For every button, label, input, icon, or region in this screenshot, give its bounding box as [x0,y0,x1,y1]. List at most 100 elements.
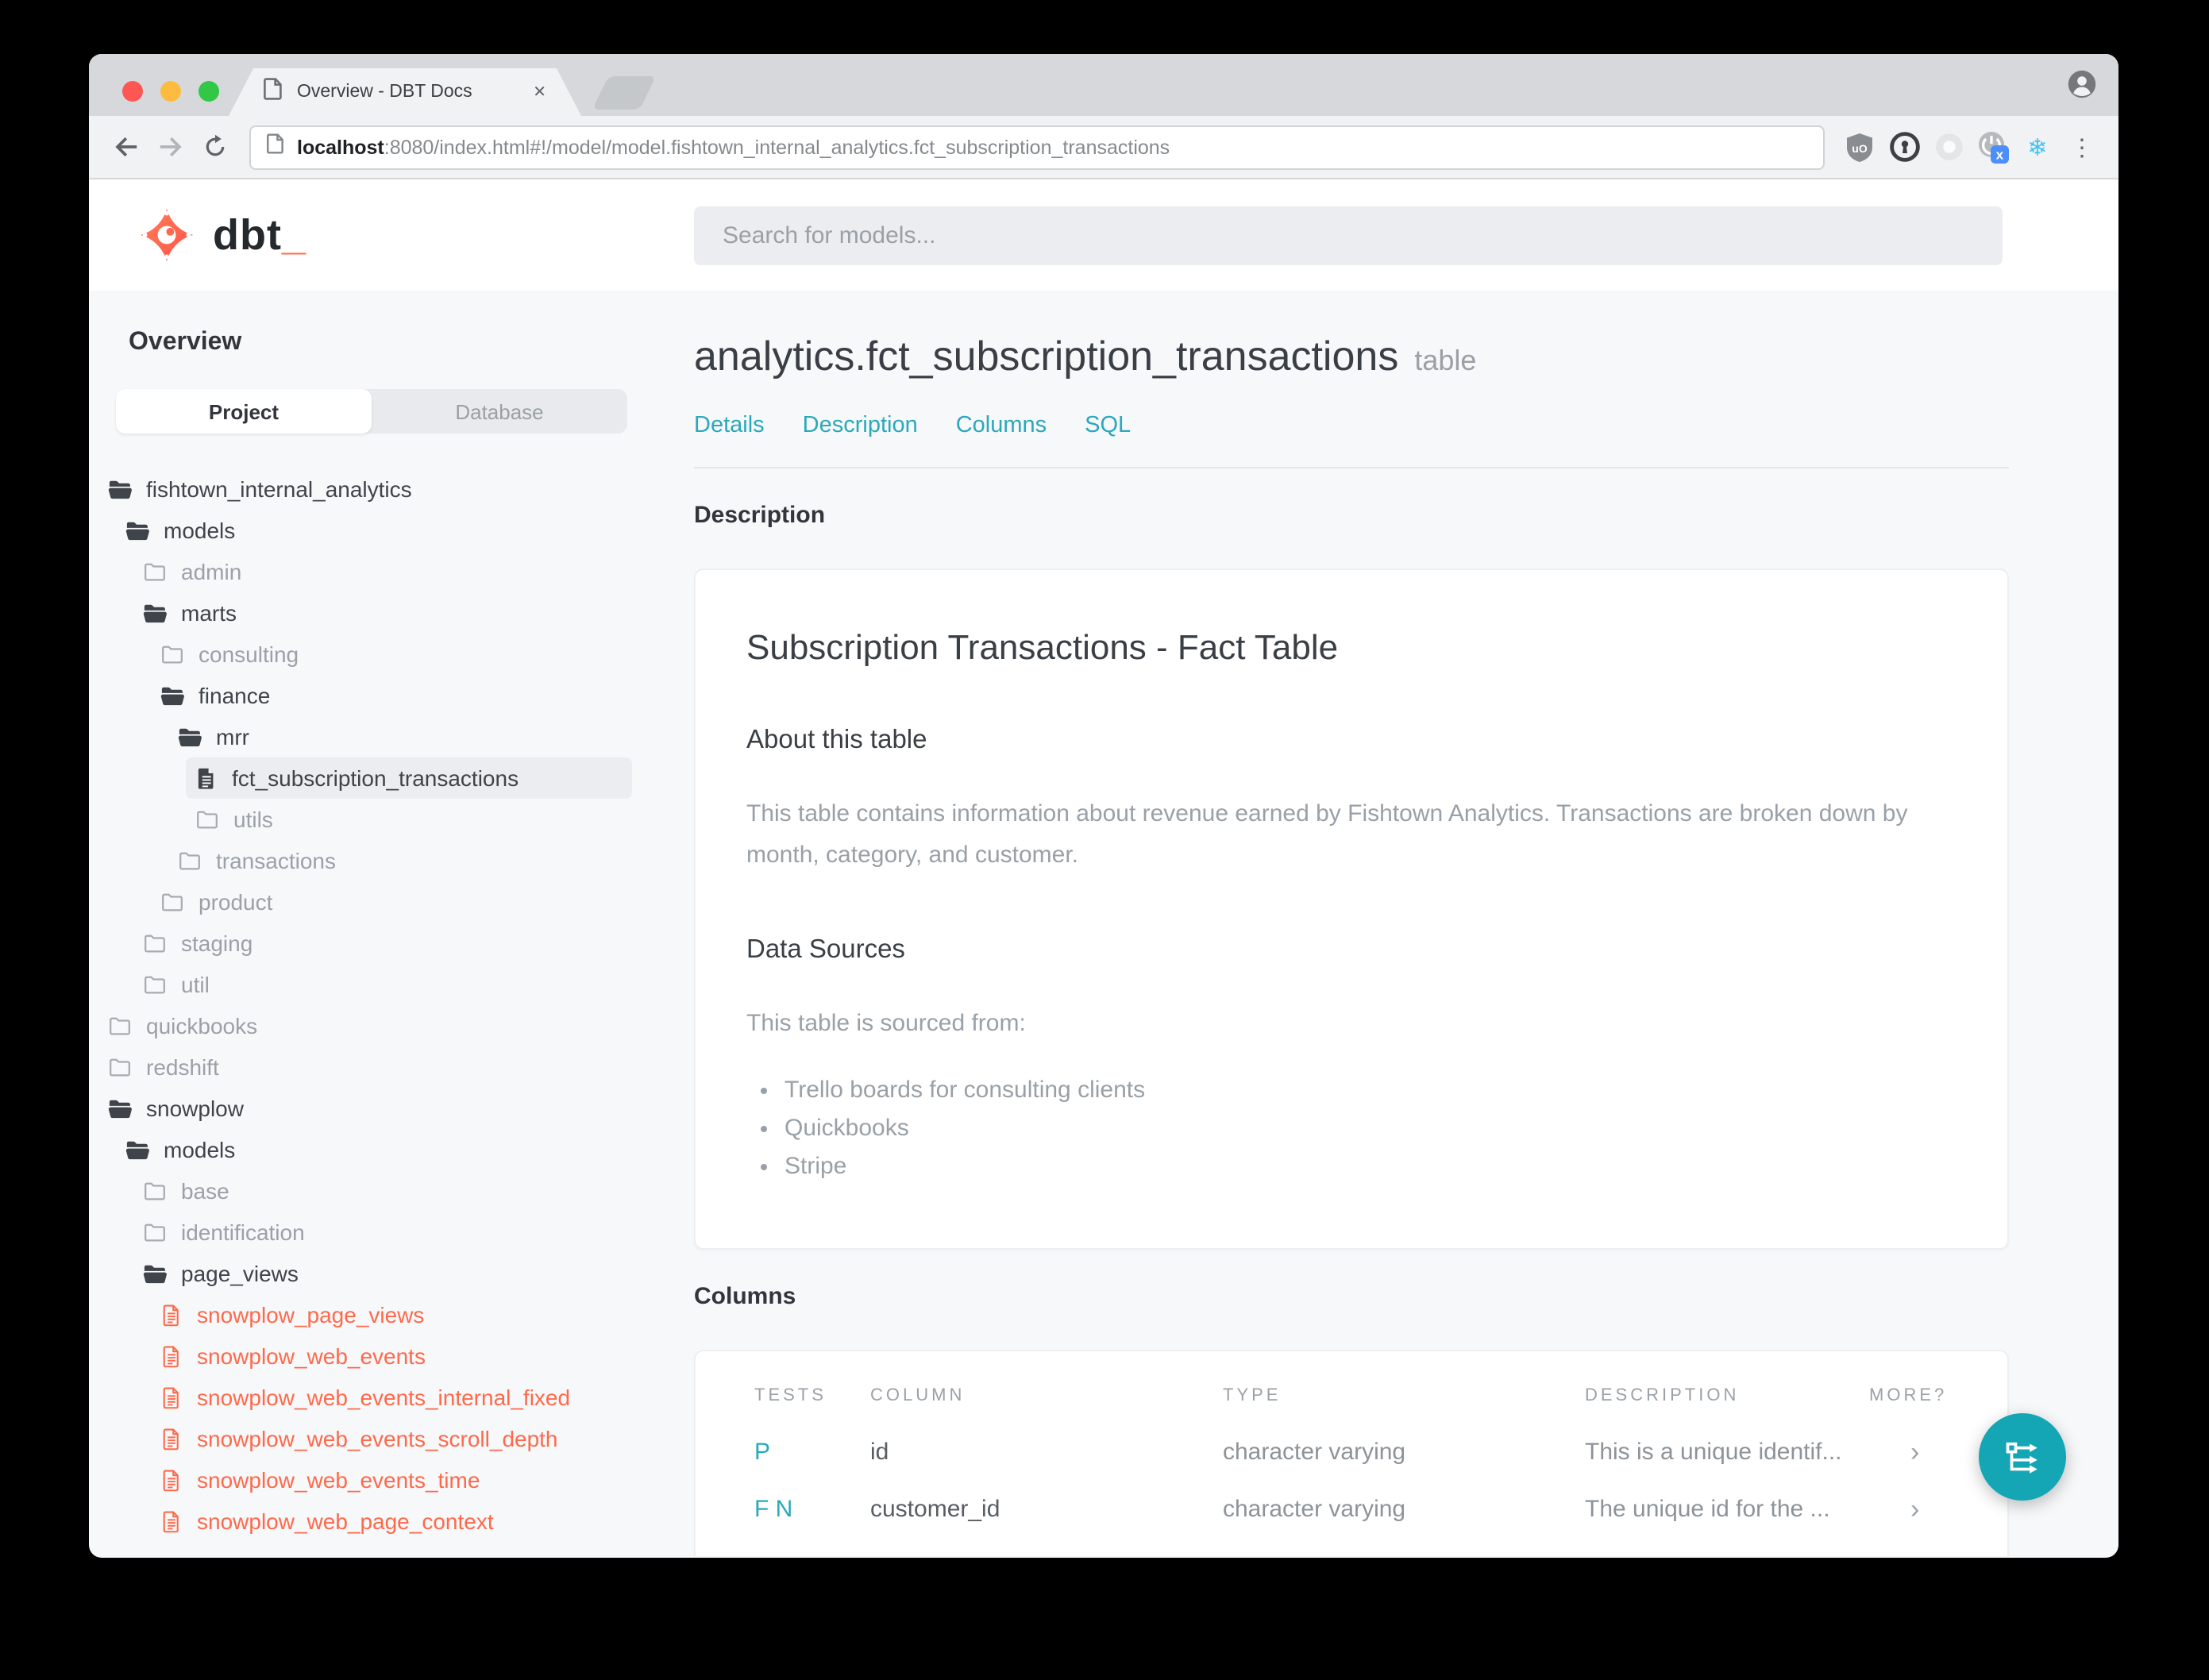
folder-closed-icon [160,890,184,914]
tree-item-label: snowplow_page_views [197,1302,425,1327]
snowflake-extension-icon[interactable]: ❄ [2018,128,2057,166]
folder-closed-icon [195,807,219,831]
tree-item-snowplow_web_events_internal_fixed[interactable]: snowplow_web_events_internal_fixed [151,1377,632,1418]
columns-table-body: Pid character varying This is a unique ide… [696,1424,2007,1557]
dbt-logo[interactable]: dbt_ [137,205,306,265]
tree-item-snowplow_page_views[interactable]: snowplow_page_views [151,1294,632,1335]
zoom-window-button[interactable] [199,81,219,102]
tree-item-consulting[interactable]: consulting [151,634,632,675]
tree-item-label: redshift [146,1054,219,1080]
column-header-description: DESCRIPTION [1585,1385,1740,1405]
tree-item-label: snowplow_web_events_internal_fixed [197,1385,571,1410]
tree-item-label: staging [181,931,253,956]
column-header-more: MORE? [1869,1385,1948,1405]
model-search-box[interactable] [694,206,2003,265]
tests-badges: N [754,1554,870,1557]
tree-item-utils[interactable]: utils [186,799,632,840]
section-divider [694,467,2009,468]
column-row-customer_id[interactable]: F N customer_id character varying The uniqu… [696,1482,2007,1539]
folder-closed-icon [143,931,167,955]
data-source-item: Stripe [785,1153,1956,1180]
column-header-tests: TESTS [754,1385,827,1405]
tree-item-models[interactable]: models [116,510,632,551]
nav-link-details[interactable]: Details [694,413,765,438]
url-text: localhost:8080/index.html#!/model/model.… [297,136,1170,158]
tab-title: Overview - DBT Docs [297,83,472,102]
power-x-extension-icon[interactable]: x [1974,128,2012,166]
folder-open-icon [108,1096,132,1120]
file-red-icon [160,1427,183,1451]
password-manager-extension-icon[interactable] [1885,128,1923,166]
reload-button[interactable] [192,125,237,169]
tree-item-snowplow[interactable]: snowplow [98,1088,632,1129]
column-row-customer_name[interactable]: Ncustomer_namecharacter varyingThe name … [696,1539,2007,1557]
columns-section-heading: Columns [694,1282,796,1310]
expand-row-chevron-icon[interactable]: › [1869,1551,1919,1557]
ublock-extension-icon[interactable]: uO [1841,128,1879,166]
forward-button[interactable] [148,125,192,169]
tree-item-admin[interactable]: admin [133,551,632,592]
tree-item-snowplow_web_events_time[interactable]: snowplow_web_events_time [151,1459,632,1501]
url-host: localhost [297,136,384,158]
tree-item-staging[interactable]: staging [133,923,632,964]
sidebar-tab-database[interactable]: Database [372,389,627,433]
back-button[interactable] [103,125,148,169]
tree-item-snowplow_web_events_scroll_depth[interactable]: snowplow_web_events_scroll_depth [151,1418,632,1459]
tree-item-util[interactable]: util [133,964,632,1005]
nav-link-description[interactable]: Description [803,413,918,438]
tree-item-snowplow_web_page_context[interactable]: snowplow_web_page_context [151,1501,632,1542]
tree-item-label: consulting [199,642,299,667]
about-heading: About this table [746,726,927,754]
tree-item-quickbooks[interactable]: quickbooks [98,1005,632,1046]
sidebar-tab-project[interactable]: Project [116,389,372,433]
new-tab-button[interactable] [592,76,657,110]
tree-item-transactions[interactable]: transactions [168,840,632,881]
tree-item-page_views[interactable]: page_views [133,1253,632,1294]
tab-close-icon[interactable]: ✕ [533,83,546,101]
tree-item-label: utils [233,807,273,832]
nav-link-columns[interactable]: Columns [956,413,1047,438]
page-title-suffix: table [1414,345,1477,376]
tree-item-label: mrr [216,724,249,749]
lineage-graph-button[interactable] [1979,1413,2066,1501]
close-window-button[interactable] [122,81,143,102]
minimize-window-button[interactable] [160,81,181,102]
column-row-id[interactable]: Pid character varying This is a unique ide… [696,1424,2007,1482]
folder-open-icon [125,1138,149,1162]
tree-item-fct_subscription_transactions[interactable]: fct_subscription_transactions [186,757,632,799]
tree-item-identification[interactable]: identification [133,1212,632,1253]
column-description: This is a unique identif... [1585,1439,1842,1466]
column-header-column: COLUMN [870,1385,966,1405]
tree-item-base[interactable]: base [133,1170,632,1212]
tree-item-models[interactable]: models [116,1129,632,1170]
tree-item-marts[interactable]: marts [133,592,632,634]
tree-item-label: util [181,972,210,997]
tree-item-mrr[interactable]: mrr [168,716,632,757]
browser-menu-kebab-icon[interactable]: ⋮ [2063,128,2101,166]
tree-item-snowplow_web_events[interactable]: snowplow_web_events [151,1335,632,1377]
file-red-icon [160,1509,183,1533]
tests-badges: P [754,1439,771,1466]
tree-item-finance[interactable]: finance [151,675,632,716]
svg-text:uO: uO [1852,141,1868,154]
tree-item-redshift[interactable]: redshift [98,1046,632,1088]
tab-strip: Overview - DBT Docs ✕ [89,54,2118,116]
browser-profile-avatar[interactable] [2066,68,2098,100]
tree-item-label: snowplow_web_events_time [197,1467,480,1493]
swirl-extension-icon[interactable] [1930,128,1968,166]
expand-row-chevron-icon[interactable]: › [1869,1437,1919,1469]
traffic-lights [122,81,219,102]
url-bar[interactable]: localhost:8080/index.html#!/model/model.… [249,125,1825,169]
folder-open-icon [178,725,202,749]
tree-item-label: snowplow_web_events [197,1343,426,1369]
expand-row-chevron-icon[interactable]: › [1869,1494,1919,1526]
column-name: customer_name [870,1554,1223,1557]
nav-link-sql[interactable]: SQL [1085,413,1131,438]
screenshot-stage: Overview - DBT Docs ✕ localhost:8080/ind… [0,0,2209,1680]
tree-item-product[interactable]: product [151,881,632,923]
page-favicon-icon [264,77,283,107]
browser-tab[interactable]: Overview - DBT Docs ✕ [229,68,581,116]
tree-item-fishtown_internal_analytics[interactable]: fishtown_internal_analytics [98,468,632,510]
dbt-logo-icon [140,208,194,262]
search-input[interactable] [719,221,1977,251]
